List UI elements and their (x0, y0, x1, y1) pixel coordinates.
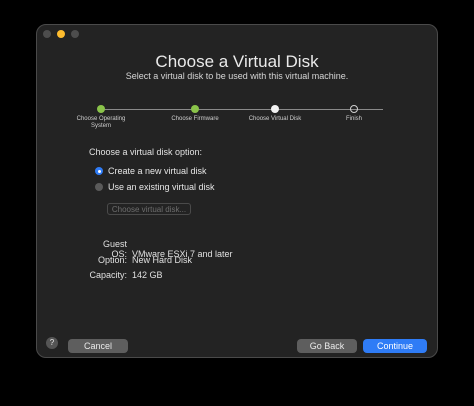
choose-virtual-disk-button[interactable]: Choose virtual disk... (107, 203, 191, 215)
step-label: Finish (345, 116, 362, 122)
step-label: Choose Firmware (171, 116, 219, 122)
wizard-steps: Choose Operating System Choose Firmware … (77, 105, 387, 145)
disk-option-label: Choose a virtual disk option: (89, 147, 203, 157)
option-value: New Hard Disk (132, 255, 193, 265)
capacity-key: Capacity: (89, 270, 127, 280)
option-key: Option: (97, 255, 127, 265)
help-button[interactable]: ? (46, 337, 58, 349)
step-label: Choose Operating System (76, 116, 126, 129)
step-finish: Finish (324, 105, 384, 123)
step-label: Choose Virtual Disk (248, 116, 302, 122)
radio-use-existing-disk[interactable]: Use an existing virtual disk (95, 182, 215, 192)
minimize-window-button[interactable] (57, 30, 65, 38)
step-done-dot (97, 105, 105, 113)
cancel-button[interactable]: Cancel (68, 339, 128, 353)
window-controls (43, 30, 79, 38)
page-title: Choose a Virtual Disk (155, 52, 319, 71)
continue-button[interactable]: Continue (363, 339, 427, 353)
radio-create-new-disk[interactable]: Create a new virtual disk (95, 166, 207, 176)
radio-selected-icon[interactable] (95, 167, 103, 175)
go-back-button[interactable]: Go Back (297, 339, 357, 353)
zoom-window-button[interactable] (71, 30, 79, 38)
radio-label: Create a new virtual disk (108, 166, 207, 176)
step-choose-virtual-disk: Choose Virtual Disk (245, 105, 305, 123)
step-current-dot (271, 105, 279, 113)
step-choose-os: Choose Operating System (71, 105, 131, 130)
capacity-value: 142 GB (132, 270, 163, 280)
page-subtitle: Select a virtual disk to be used with th… (125, 71, 349, 81)
radio-unselected-icon[interactable] (95, 183, 103, 191)
step-pending-dot (350, 105, 358, 113)
radio-label: Use an existing virtual disk (108, 182, 215, 192)
option-row: Option: New Hard Disk (87, 255, 192, 265)
step-choose-firmware: Choose Firmware (165, 105, 225, 123)
step-done-dot (191, 105, 199, 113)
wizard-window: Choose a Virtual Disk Select a virtual d… (36, 24, 438, 358)
capacity-row: Capacity: 142 GB (87, 270, 163, 280)
close-window-button[interactable] (43, 30, 51, 38)
